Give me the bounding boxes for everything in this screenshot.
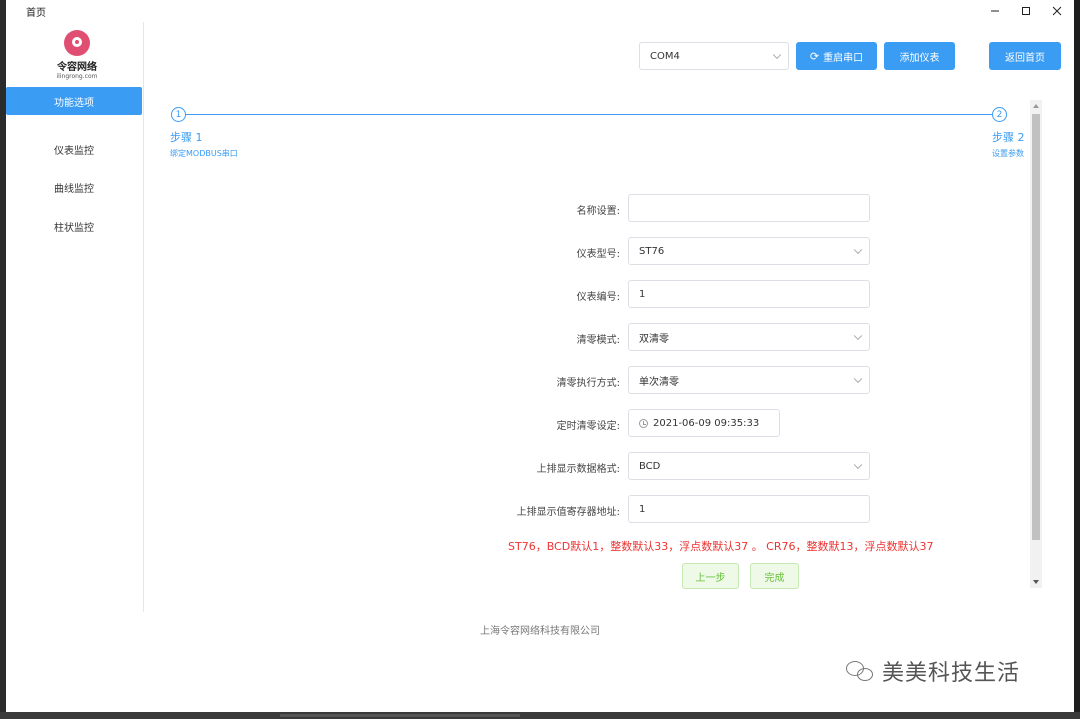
top-format-label: 上排显示数据格式:: [536, 464, 620, 475]
scroll-up-icon[interactable]: [1033, 104, 1039, 108]
chevron-down-icon: [853, 245, 863, 255]
logo-sub: ilingrong.com: [56, 73, 98, 80]
zero-exec-select[interactable]: 单次清零: [628, 366, 870, 394]
timer-value: 2021-06-09 09:35:33: [653, 417, 760, 429]
chevron-down-icon: [853, 374, 863, 384]
scrollbar-thumb[interactable]: [1032, 114, 1040, 540]
chevron-down-icon: [772, 50, 782, 60]
app-window: 首页 令容网络 ilingrong.com 功能选项 仪表监控 曲线监控 柱状监…: [6, 0, 1074, 712]
step-2-title: 步骤 2: [992, 131, 1025, 144]
name-input[interactable]: [628, 194, 870, 222]
model-select[interactable]: ST76: [628, 237, 870, 265]
number-input[interactable]: 1: [628, 280, 870, 308]
top-format-select[interactable]: BCD: [628, 452, 870, 480]
chevron-down-icon: [853, 331, 863, 341]
add-meter-button[interactable]: 添加仪表: [884, 42, 955, 70]
model-select-value: ST76: [639, 245, 665, 257]
zero-mode-label: 清零模式:: [576, 335, 620, 346]
sidebar-item-functions[interactable]: 功能选项: [6, 87, 142, 115]
step-1-title: 步骤 1: [170, 131, 203, 144]
minimize-icon: [991, 10, 999, 12]
port-select-value: COM4: [650, 50, 680, 62]
top-format-value: BCD: [639, 460, 661, 472]
restart-port-label: 重启串口: [823, 52, 864, 64]
maximize-icon: [1022, 7, 1030, 15]
format-hint-text: ST76，BCD默认1，整数默认33，浮点数默认37 。 CR76，整数默13，…: [508, 540, 934, 553]
window-title: 首页: [26, 8, 46, 19]
top-address-input[interactable]: 1: [628, 495, 870, 523]
prev-step-button[interactable]: 上一步: [682, 563, 739, 589]
zero-exec-value: 单次清零: [639, 376, 679, 388]
step-2-desc: 设置参数: [992, 149, 1024, 158]
maximize-button[interactable]: [1011, 0, 1041, 22]
top-address-label: 上排显示值寄存器地址:: [516, 507, 620, 518]
minimize-button[interactable]: [980, 0, 1010, 22]
step-1-desc: 绑定MODBUS串口: [170, 149, 238, 158]
refresh-icon: ⟳: [809, 49, 820, 63]
timer-datetime-input[interactable]: 2021-06-09 09:35:33: [628, 409, 780, 437]
close-button[interactable]: [1042, 0, 1072, 22]
close-icon: [1052, 6, 1062, 16]
logo-name: 令容网络: [57, 62, 97, 73]
back-home-button[interactable]: 返回首页: [989, 42, 1061, 70]
title-bar: 首页: [6, 0, 1074, 22]
zero-exec-label: 清零执行方式:: [556, 378, 620, 389]
wechat-icon: [846, 659, 876, 683]
sidebar-item-meter-monitor[interactable]: 仪表监控: [6, 135, 142, 163]
sidebar-item-curve-monitor[interactable]: 曲线监控: [6, 173, 142, 201]
clock-icon: [639, 418, 648, 428]
scrollbar[interactable]: [1030, 100, 1042, 588]
logo-icon: [64, 30, 90, 56]
number-label: 仪表编号:: [576, 292, 620, 303]
watermark-text: 美美科技生活: [882, 661, 1021, 686]
restart-port-button[interactable]: ⟳ 重启串口: [796, 42, 877, 70]
watermark: 美美科技生活: [846, 655, 1020, 687]
model-label: 仪表型号:: [576, 249, 620, 260]
zero-mode-select[interactable]: 双清零: [628, 323, 870, 351]
port-select[interactable]: COM4: [639, 42, 789, 70]
footer-company: 上海令容网络科技有限公司: [480, 626, 600, 637]
timer-label: 定时清零设定:: [556, 421, 620, 432]
scroll-down-icon[interactable]: [1033, 580, 1039, 584]
taskbar-segment: [280, 714, 520, 717]
logo: 令容网络 ilingrong.com: [52, 30, 102, 82]
taskbar: [0, 712, 1080, 719]
step-2-icon: 2: [992, 107, 1007, 122]
zero-mode-value: 双清零: [639, 333, 669, 345]
sidebar: 令容网络 ilingrong.com 功能选项 仪表监控 曲线监控 柱状监控: [6, 22, 144, 612]
sidebar-item-bar-monitor[interactable]: 柱状监控: [6, 212, 142, 240]
name-label: 名称设置:: [576, 206, 620, 217]
chevron-down-icon: [853, 460, 863, 470]
step-1-icon: 1: [171, 107, 186, 122]
steps-progress-line: [180, 114, 994, 115]
finish-button[interactable]: 完成: [750, 563, 799, 589]
